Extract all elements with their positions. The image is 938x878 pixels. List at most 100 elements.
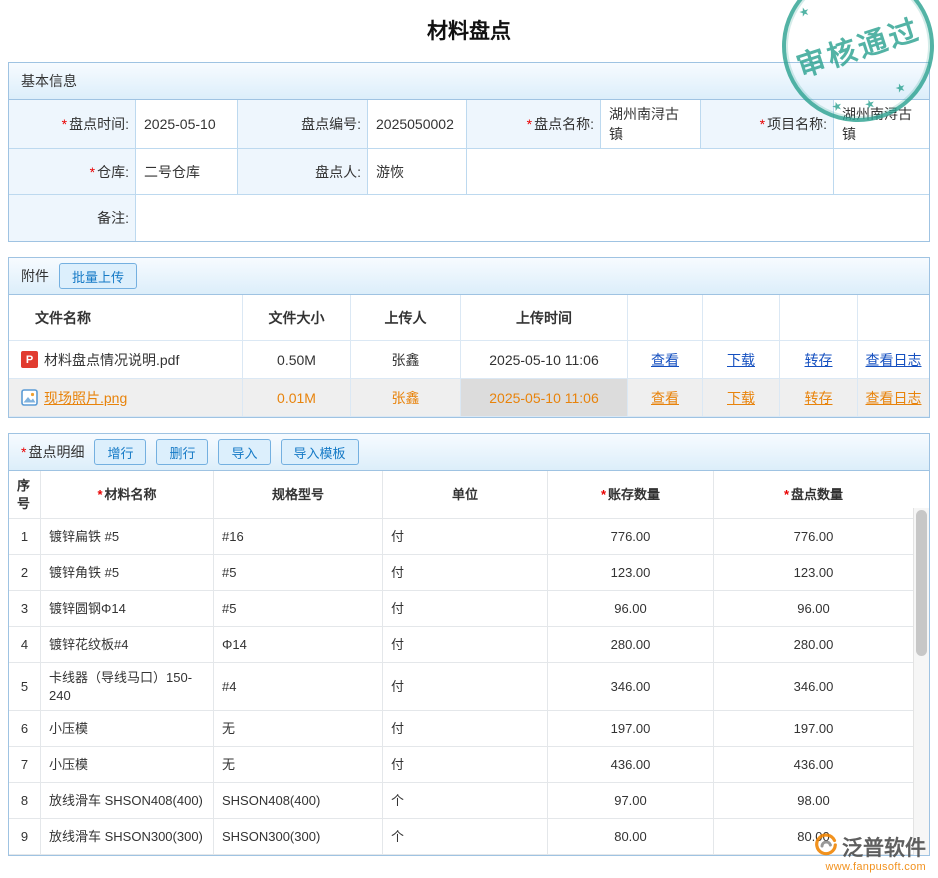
transfer-link[interactable]: 转存: [805, 388, 833, 408]
material-name-cell: 镀锌花纹板#4: [41, 627, 214, 663]
import-template-button[interactable]: 导入模板: [281, 439, 359, 465]
unit-cell: 付: [383, 591, 548, 627]
field-value-check-time: 2025-05-10: [136, 100, 238, 149]
required-marker: *: [62, 116, 67, 132]
add-row-button[interactable]: 增行: [94, 439, 146, 465]
view-log-link[interactable]: 查看日志: [866, 350, 922, 370]
count-qty-cell: 776.00: [714, 519, 913, 555]
upload-time-cell: 2025-05-10 11:06: [461, 341, 628, 379]
empty-cell: [834, 149, 929, 195]
file-name-cell: 现场照片.png: [9, 379, 243, 417]
field-label-check-name: *盘点名称:: [467, 100, 601, 149]
action-cell: 查看: [628, 379, 703, 417]
page-title: 材料盘点: [0, 0, 938, 62]
import-button[interactable]: 导入: [218, 439, 270, 465]
unit-cell: 个: [383, 819, 548, 855]
attachments-table: 文件名称 文件大小 上传人 上传时间 材料盘点情况说明.pdf 0.50M 张鑫…: [9, 295, 929, 417]
unit-cell: 付: [383, 555, 548, 591]
seq-cell: 7: [9, 747, 41, 783]
spec-cell: #5: [214, 591, 383, 627]
action-cell: 下载: [703, 379, 780, 417]
count-qty-cell: 98.00: [714, 783, 913, 819]
section-title: *盘点明细: [21, 442, 84, 462]
spec-cell: #5: [214, 555, 383, 591]
material-name-cell: 镀锌扁铁 #5: [41, 519, 214, 555]
column-header-unit: 单位: [383, 471, 548, 519]
material-name-cell: 镀锌圆钢Φ14: [41, 591, 214, 627]
count-qty-cell: 96.00: [714, 591, 913, 627]
transfer-link[interactable]: 转存: [805, 350, 833, 370]
view-link[interactable]: 查看: [651, 388, 679, 408]
action-cell: 转存: [780, 341, 858, 379]
seq-cell: 9: [9, 819, 41, 855]
count-qty-cell: 197.00: [714, 711, 913, 747]
field-value-checker: 游恢: [368, 149, 467, 195]
count-qty-cell: 436.00: [714, 747, 913, 783]
unit-cell: 付: [383, 711, 548, 747]
file-name-cell: 材料盘点情况说明.pdf: [9, 341, 243, 379]
required-marker: *: [97, 486, 102, 504]
field-value-warehouse: 二号仓库: [136, 149, 238, 195]
material-name-cell: 卡线器（导线马口）150-240: [41, 663, 214, 711]
upload-time-cell: 2025-05-10 11:06: [461, 379, 628, 417]
detail-table-wrap: 序号 *材料名称 规格型号 单位 *账存数量 *盘点数量 1 镀锌扁铁 #5 #…: [9, 471, 929, 855]
field-value-check-name: 湖州南浔古镇: [601, 100, 701, 149]
seq-cell: 6: [9, 711, 41, 747]
column-header-count-qty: *盘点数量: [714, 471, 913, 519]
view-link[interactable]: 查看: [651, 350, 679, 370]
download-link[interactable]: 下载: [727, 350, 755, 370]
column-header-file-name: 文件名称: [9, 295, 243, 341]
detail-section: *盘点明细 增行 删行 导入 导入模板 序号 *材料名称 规格型号 单位 *账存…: [8, 433, 930, 856]
column-header-upload-time: 上传时间: [461, 295, 628, 341]
column-header-spec: 规格型号: [214, 471, 383, 519]
spec-cell: #16: [214, 519, 383, 555]
field-label-project-name: *项目名称:: [701, 100, 834, 149]
section-title: 附件: [21, 266, 49, 286]
material-name-cell: 小压模: [41, 747, 214, 783]
required-marker: *: [760, 116, 765, 132]
column-header-empty: [780, 295, 858, 341]
seq-cell: 4: [9, 627, 41, 663]
spec-cell: SHSON300(300): [214, 819, 383, 855]
seq-cell: 3: [9, 591, 41, 627]
uploader-cell: 张鑫: [351, 379, 461, 417]
stock-qty-cell: 346.00: [548, 663, 714, 711]
vertical-scrollbar[interactable]: [913, 508, 929, 855]
stock-qty-cell: 123.00: [548, 555, 714, 591]
stock-qty-cell: 96.00: [548, 591, 714, 627]
seq-cell: 8: [9, 783, 41, 819]
delete-row-button[interactable]: 删行: [156, 439, 208, 465]
batch-upload-button[interactable]: 批量上传: [59, 263, 137, 289]
view-log-link[interactable]: 查看日志: [866, 388, 922, 408]
stock-qty-cell: 280.00: [548, 627, 714, 663]
count-qty-cell: 80.00: [714, 819, 913, 855]
image-file-icon: [21, 389, 38, 406]
action-cell: 转存: [780, 379, 858, 417]
unit-cell: 付: [383, 519, 548, 555]
basic-info-header: 基本信息: [9, 63, 929, 100]
file-name-link[interactable]: 现场照片.png: [44, 388, 127, 408]
field-value-remark: [136, 195, 929, 241]
stock-qty-cell: 436.00: [548, 747, 714, 783]
count-qty-cell: 280.00: [714, 627, 913, 663]
detail-table: 序号 *材料名称 规格型号 单位 *账存数量 *盘点数量 1 镀锌扁铁 #5 #…: [9, 471, 913, 855]
column-header-material-name: *材料名称: [41, 471, 214, 519]
column-header-empty: [628, 295, 703, 341]
empty-cell: [467, 149, 834, 195]
column-header-uploader: 上传人: [351, 295, 461, 341]
field-label-check-time: *盘点时间:: [9, 100, 136, 149]
seq-cell: 5: [9, 663, 41, 711]
field-label-warehouse: *仓库:: [9, 149, 136, 195]
scrollbar-thumb[interactable]: [916, 510, 927, 656]
uploader-cell: 张鑫: [351, 341, 461, 379]
attachments-header: 附件 批量上传: [9, 258, 929, 295]
basic-info-form: *盘点时间: 2025-05-10 盘点编号: 2025050002 *盘点名称…: [9, 100, 929, 241]
field-value-project-name: 湖州南浔古镇: [834, 100, 929, 149]
required-marker: *: [527, 116, 532, 132]
unit-cell: 付: [383, 627, 548, 663]
required-marker: *: [21, 444, 26, 460]
stock-qty-cell: 97.00: [548, 783, 714, 819]
material-name-cell: 放线滑车 SHSON408(400): [41, 783, 214, 819]
download-link[interactable]: 下载: [727, 388, 755, 408]
column-header-empty: [858, 295, 929, 341]
